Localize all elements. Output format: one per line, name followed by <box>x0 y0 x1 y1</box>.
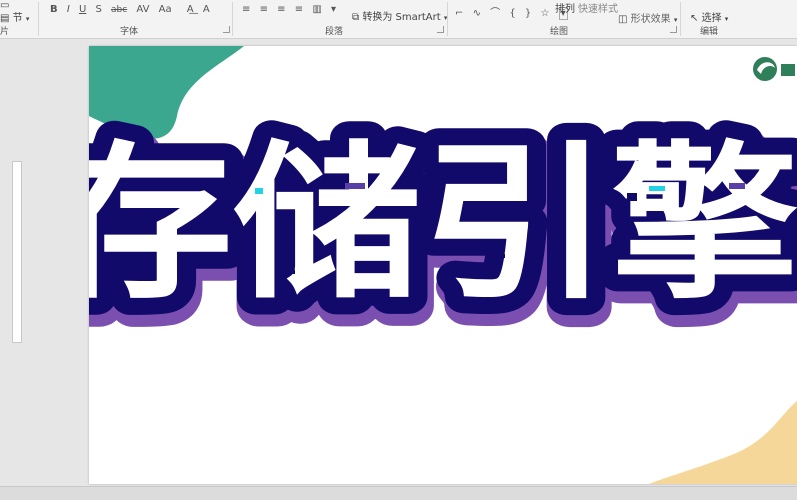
clear-format-icon[interactable]: A͟ <box>187 4 194 15</box>
divider <box>38 2 39 36</box>
glitch-accent <box>255 188 263 194</box>
ribbon: ▭ ▤ 节 ▾ 片 B I U S abc AV Aa A͟ A 字体 ≡ ≡ … <box>0 0 797 39</box>
font-group-label: 字体 <box>120 27 139 37</box>
align-left-icon[interactable]: ≡ <box>242 4 250 15</box>
slide-title: 存储引擎 <box>89 126 797 322</box>
arrange-label: 排列 <box>555 4 575 15</box>
glitch-accent <box>493 254 505 258</box>
strikethrough-button[interactable]: S <box>95 4 101 15</box>
glitch-accent <box>345 183 365 189</box>
chevron-down-icon: ▾ <box>673 16 678 24</box>
glitch-accent <box>649 186 665 191</box>
shape-curve-icon[interactable]: ∿ <box>473 8 481 19</box>
thumbnail-pane <box>0 39 24 499</box>
glitch-accent <box>283 270 295 274</box>
divider <box>680 2 681 36</box>
arrange-button[interactable]: 排列 <box>555 0 575 15</box>
quick-styles-button[interactable]: 快速样式 <box>578 0 618 15</box>
align-right-icon[interactable]: ≡ <box>277 4 285 15</box>
align-center-icon[interactable]: ≡ <box>260 4 268 15</box>
select-button[interactable]: ↖ 选择 ▾ <box>690 9 728 24</box>
scrollbar[interactable] <box>12 161 22 343</box>
glitch-accent <box>127 254 143 258</box>
shape-bracket-icon[interactable]: ⌐ <box>455 8 463 19</box>
char-spacing-button[interactable]: AV <box>136 4 149 15</box>
divider <box>232 2 233 36</box>
status-bar <box>0 486 797 500</box>
shape-star-icon[interactable]: ☆ <box>540 8 549 19</box>
font-dialog-launcher-icon[interactable] <box>223 26 230 33</box>
bold-button[interactable]: B <box>50 4 58 15</box>
strikeout-button[interactable]: abc <box>111 5 127 15</box>
clipboard-group-label: 片 <box>0 27 10 37</box>
change-case-button[interactable]: Aa <box>159 4 172 15</box>
columns-icon[interactable]: ▥ <box>312 4 321 15</box>
title-art: 存储引擎 存储引擎 存储引擎 <box>89 109 797 351</box>
paragraph-group-label: 段落 <box>325 27 344 37</box>
slide-canvas[interactable]: 存储引擎 存储引擎 存储引擎 <box>89 46 797 484</box>
paragraph-group: ≡ ≡ ≡ ≡ ▥ ▾ <box>242 4 342 15</box>
underline-button[interactable]: U <box>79 4 86 15</box>
drawing-group-label: 绘图 <box>550 27 569 37</box>
paragraph-more-icon[interactable]: ▾ <box>331 4 336 15</box>
select-label: 选择 <box>701 13 722 24</box>
shape-arc-icon[interactable]: ⌒ <box>490 4 500 19</box>
editing-group-label: 编辑 <box>700 27 719 37</box>
chevron-down-icon: ▾ <box>25 15 30 23</box>
divider <box>447 2 448 36</box>
glitch-accent <box>729 183 745 189</box>
font-color-button[interactable]: A <box>203 4 210 15</box>
section-icon: ▤ <box>0 13 10 24</box>
section-label: 节 <box>12 13 23 24</box>
smartart-button[interactable]: ⧉ 转换为 SmartArt ▾ <box>352 8 447 23</box>
quick-styles-label: 快速样式 <box>578 4 618 15</box>
paragraph-dialog-launcher-icon[interactable] <box>437 26 444 33</box>
smartart-icon: ⧉ <box>352 12 360 23</box>
shape-brace-close-icon[interactable]: } <box>525 8 531 19</box>
justify-icon[interactable]: ≡ <box>295 4 303 15</box>
shape-brace-open-icon[interactable]: { <box>509 8 515 19</box>
smartart-label: 转换为 SmartArt <box>362 12 441 23</box>
shape-effects-button[interactable]: ◫ 形状效果 ▾ <box>618 10 677 25</box>
drawing-dialog-launcher-icon[interactable] <box>670 26 677 33</box>
section-menu[interactable]: ▤ 节 ▾ <box>0 9 29 24</box>
cursor-icon: ↖ <box>690 13 699 24</box>
chevron-down-icon: ▾ <box>724 15 729 23</box>
font-group: B I U S abc AV Aa A͟ A <box>50 4 216 15</box>
shape-effects-icon: ◫ <box>618 14 628 25</box>
italic-button[interactable]: I <box>67 4 70 15</box>
glitch-accent <box>627 193 637 201</box>
shape-effects-label: 形状效果 <box>630 14 671 25</box>
